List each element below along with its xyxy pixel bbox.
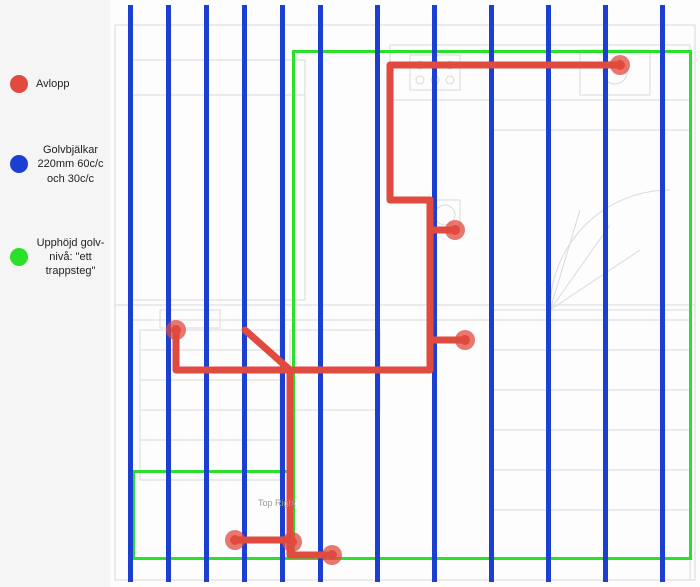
legend-item-joists: Golvbjälkar 220mm 60c/c och 30c/c	[10, 143, 105, 186]
drainage-swatch-icon	[10, 75, 28, 93]
drain-point	[610, 55, 630, 75]
drain-point	[166, 320, 186, 340]
drain-point	[322, 545, 342, 565]
drainage-overlay	[110, 0, 700, 587]
drain-point	[445, 220, 465, 240]
legend-label: Avlopp	[36, 77, 69, 91]
joist-swatch-icon	[10, 155, 28, 173]
top-right-annotation: Top Right	[258, 498, 296, 508]
legend-item-drainage: Avlopp	[10, 75, 105, 93]
raised-floor-swatch-icon	[10, 248, 28, 266]
legend: Avlopp Golvbjälkar 220mm 60c/c och 30c/c…	[10, 75, 105, 329]
legend-item-raised-floor: Upphöjd golv-nivå: "ett trappsteg"	[10, 236, 105, 279]
drain-point	[225, 530, 245, 550]
floorplan-diagram: Top Right	[110, 0, 700, 587]
drain-point	[282, 532, 302, 552]
drain-point	[455, 330, 475, 350]
legend-label: Golvbjälkar 220mm 60c/c och 30c/c	[36, 143, 105, 186]
legend-label: Upphöjd golv-nivå: "ett trappsteg"	[36, 236, 105, 279]
